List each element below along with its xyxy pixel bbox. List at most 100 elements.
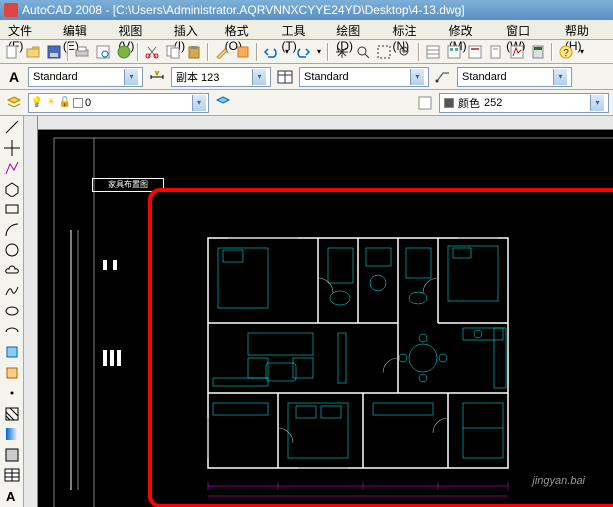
dim-style-combo[interactable]: 副本 123 ▾ <box>171 67 271 87</box>
menu-tools[interactable]: 工具(T) <box>273 20 328 39</box>
draw-toolbar: A <box>0 116 24 507</box>
sun-icon: ☀ <box>45 97 57 109</box>
menu-format[interactable]: 格式(O) <box>217 20 274 39</box>
hatch-button[interactable] <box>2 405 22 423</box>
layer-toolbar: 💡 ☀ 🔓 0 ▾ 颜色 252 ▾ <box>0 90 613 116</box>
dropdown-arrow[interactable]: ▾ <box>577 42 587 62</box>
zoom-button[interactable] <box>353 42 373 62</box>
menu-file[interactable]: 文件(F) <box>0 20 55 39</box>
cut-button[interactable] <box>142 42 162 62</box>
ellipse-button[interactable] <box>2 302 22 320</box>
xline-button[interactable] <box>2 138 22 156</box>
table-style-combo[interactable]: Standard ▾ <box>299 67 429 87</box>
separator <box>137 43 139 61</box>
paste-button[interactable] <box>184 42 204 62</box>
menubar: 文件(F) 编辑(E) 视图(V) 插入(I) 格式(O) 工具(T) 绘图(D… <box>0 20 613 40</box>
circle-button[interactable] <box>2 241 22 259</box>
color-combo[interactable]: 颜色 252 ▾ <box>439 93 609 113</box>
rectangle-button[interactable] <box>2 200 22 218</box>
side-marks <box>68 230 128 507</box>
lock-icon: 🔓 <box>59 97 71 109</box>
tool-palette-button[interactable] <box>465 42 485 62</box>
mtext-button[interactable]: A <box>2 486 22 504</box>
menu-modify[interactable]: 修改(M) <box>441 20 498 39</box>
separator <box>256 43 258 61</box>
svg-text:A: A <box>6 489 16 504</box>
region-button[interactable] <box>2 446 22 464</box>
chevron-down-icon: ▾ <box>410 69 424 85</box>
menu-view[interactable]: 视图(V) <box>110 20 165 39</box>
work-area: A 家具布置图 <box>0 116 613 507</box>
block-editor-button[interactable] <box>233 42 253 62</box>
publish-button[interactable] <box>114 42 134 62</box>
window-title: AutoCAD 2008 - [C:\Users\Administrator.A… <box>22 0 465 20</box>
save-button[interactable] <box>44 42 64 62</box>
point-button[interactable] <box>2 384 22 402</box>
zoom-window-button[interactable] <box>374 42 394 62</box>
drawing-canvas[interactable]: 家具布置图 <box>24 116 613 507</box>
chevron-down-icon: ▾ <box>317 47 321 56</box>
copy-button[interactable] <box>163 42 183 62</box>
watermark: jingyan.bai <box>532 475 585 487</box>
pan-button[interactable] <box>332 42 352 62</box>
insert-block-button[interactable] <box>2 343 22 361</box>
revcloud-button[interactable] <box>2 261 22 279</box>
menu-annotate[interactable]: 标注(N) <box>384 20 440 39</box>
line-button[interactable] <box>2 118 22 136</box>
chevron-down-icon: ▾ <box>553 69 567 85</box>
match-props-button[interactable] <box>212 42 232 62</box>
ruler-horizontal <box>24 116 613 130</box>
spline-button[interactable] <box>2 282 22 300</box>
dim-style-icon[interactable] <box>147 67 167 87</box>
table-button[interactable] <box>2 466 22 484</box>
text-style-combo[interactable]: Standard ▾ <box>28 67 143 87</box>
new-button[interactable] <box>2 42 22 62</box>
menu-insert[interactable]: 插入(I) <box>166 20 217 39</box>
color-swatch <box>444 98 454 108</box>
mleader-style-value: Standard <box>462 71 507 83</box>
preview-button[interactable] <box>93 42 113 62</box>
layer-combo[interactable]: 💡 ☀ 🔓 0 ▾ <box>28 93 209 113</box>
markup-button[interactable] <box>507 42 527 62</box>
color-value: 252 <box>484 97 590 109</box>
calc-button[interactable] <box>528 42 548 62</box>
layer-prev-button[interactable] <box>213 93 233 113</box>
menu-help[interactable]: 帮助(H) <box>557 20 613 39</box>
separator <box>327 43 329 61</box>
separator <box>418 43 420 61</box>
separator <box>207 43 209 61</box>
dropdown-arrow[interactable]: ▾ <box>314 42 324 62</box>
menu-edit[interactable]: 编辑(E) <box>55 20 110 39</box>
layer-manager-button[interactable] <box>4 93 24 113</box>
menu-window[interactable]: 窗口(W) <box>498 20 557 39</box>
properties-button[interactable] <box>423 42 443 62</box>
ellipse-arc-button[interactable] <box>2 323 22 341</box>
zoom-previous-button[interactable] <box>395 42 415 62</box>
design-center-button[interactable] <box>444 42 464 62</box>
table-style-icon[interactable] <box>275 67 295 87</box>
help-button[interactable]: ? <box>556 42 576 62</box>
layer-name: 0 <box>85 97 190 109</box>
undo-button[interactable] <box>261 42 281 62</box>
arc-button[interactable] <box>2 220 22 238</box>
open-button[interactable] <box>23 42 43 62</box>
styles-toolbar: A Standard ▾ 副本 123 ▾ Standard ▾ Standar… <box>0 64 613 90</box>
gradient-button[interactable] <box>2 425 22 443</box>
plot-button[interactable] <box>72 42 92 62</box>
mleader-style-icon[interactable] <box>433 67 453 87</box>
polygon-button[interactable] <box>2 179 22 197</box>
app-icon <box>4 3 18 17</box>
polyline-button[interactable] <box>2 159 22 177</box>
make-block-button[interactable] <box>2 364 22 382</box>
text-style-icon[interactable]: A <box>4 67 24 87</box>
dropdown-arrow[interactable]: ▾ <box>282 42 292 62</box>
color-button[interactable] <box>415 93 435 113</box>
redo-button[interactable] <box>293 42 313 62</box>
standard-toolbar: ▾ ▾ ? ▾ <box>0 40 613 64</box>
separator <box>551 43 553 61</box>
sheet-set-button[interactable] <box>486 42 506 62</box>
mleader-style-combo[interactable]: Standard ▾ <box>457 67 572 87</box>
chevron-down-icon: ▾ <box>590 95 604 111</box>
color-label: 颜色 <box>458 95 480 111</box>
menu-draw[interactable]: 绘图(D) <box>328 20 384 39</box>
